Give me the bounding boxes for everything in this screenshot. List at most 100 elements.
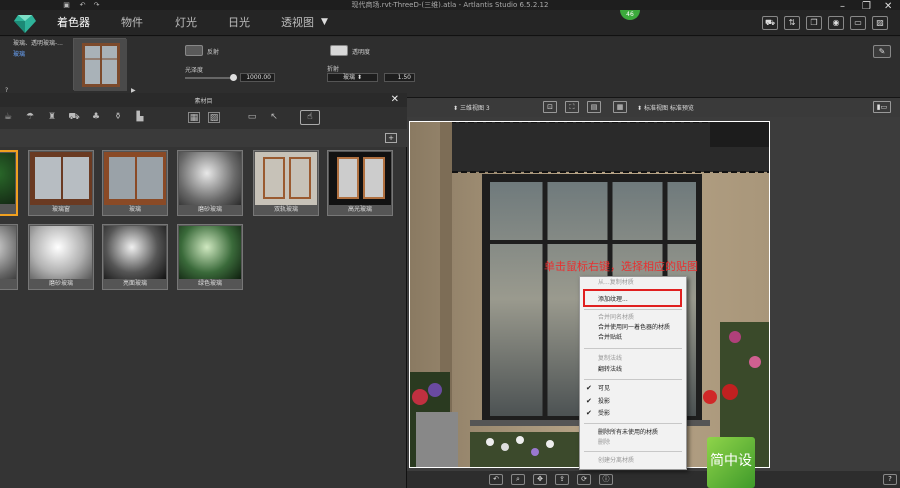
menu-perspectives[interactable]: 透视图 bbox=[281, 16, 314, 30]
menu-item-copy-material-from[interactable]: 从...复制材质 bbox=[598, 279, 634, 287]
check-icon: ✔ bbox=[586, 409, 592, 417]
viewport-bottom-bar: ↶ ⌕ ✥ ⇪ ⟳ ⓘ ? bbox=[407, 471, 900, 488]
rotate-icon[interactable]: ⟳ bbox=[577, 474, 591, 485]
material-tile[interactable]: 磨砂玻璃 bbox=[28, 224, 94, 290]
split-view-icon[interactable]: ▤ bbox=[587, 101, 601, 113]
menu-shaders[interactable]: 着色器 bbox=[57, 16, 90, 30]
material-category[interactable]: 玻璃 bbox=[13, 49, 25, 58]
material-tile[interactable]: 磨砂玻璃 bbox=[177, 150, 243, 216]
car-icon[interactable]: ⛟ bbox=[68, 112, 80, 123]
library-header: 素材目 ✕ bbox=[0, 93, 407, 107]
glossiness-slider-handle[interactable] bbox=[230, 74, 237, 81]
library-subbar: + bbox=[0, 129, 407, 147]
help-corner-icon[interactable]: ? bbox=[883, 474, 897, 485]
glossiness-label: 光泽度 bbox=[185, 67, 204, 74]
menu-objects[interactable]: 物件 bbox=[121, 16, 143, 30]
pan-icon[interactable]: ✥ bbox=[533, 474, 547, 485]
cart-icon[interactable]: ⛟ bbox=[762, 16, 778, 30]
menu-separator bbox=[584, 309, 682, 310]
menu-separator bbox=[584, 348, 682, 349]
material-tile[interactable]: 亮面玻璃 bbox=[102, 224, 168, 290]
viewport-toolbar: ⬍ 三维视图 3 ⊡ ⛶ ▤ ▦ ⬍ 标准视图 标准预览 ▮▭ bbox=[407, 98, 900, 117]
building-icon[interactable]: ▙ bbox=[134, 112, 146, 123]
view-options-selector[interactable]: ⬍ 标准视图 标准预览 bbox=[637, 103, 694, 112]
chevron-down-icon[interactable]: ▼ bbox=[321, 17, 328, 27]
window-title: 现代商场.rvt-ThreeD-(三维).atla - Artlantis St… bbox=[351, 1, 549, 9]
glossiness-slider-track[interactable] bbox=[185, 77, 235, 79]
artlantis-logo-icon bbox=[14, 15, 36, 33]
menu-item-copy-normals[interactable]: 复制法线 bbox=[598, 355, 622, 363]
menu-separator bbox=[584, 451, 682, 452]
toolbar-right: ⛟ ⇅ ❐ ◉ ▭ ▨ bbox=[762, 16, 892, 32]
restore-icon[interactable]: ❐ bbox=[862, 1, 871, 12]
crop-icon[interactable]: ▭ bbox=[850, 16, 866, 30]
menu-separator bbox=[584, 379, 682, 380]
refraction-value-field[interactable]: 1.50 bbox=[384, 73, 415, 82]
windows-icon[interactable]: ❐ bbox=[806, 16, 822, 30]
camera-icon[interactable]: ◉ bbox=[828, 16, 844, 30]
panel-toggle-icon[interactable]: ▮▭ bbox=[873, 101, 891, 113]
hand-icon[interactable]: ☝ bbox=[300, 110, 320, 125]
menu-item-receive-shadow[interactable]: 受影 bbox=[598, 410, 610, 418]
swap-icon[interactable]: ⇅ bbox=[784, 16, 800, 30]
library-category-toolbar: ☕ ☂ ♜ ⛟ ♣ ⚱ ▙ ▦ ▨ ▭ ↖ ☝ bbox=[0, 107, 407, 129]
grid-icon[interactable]: ▦ bbox=[613, 101, 627, 113]
material-tile[interactable]: 绿色玻璃 bbox=[177, 224, 243, 290]
menu-item-merge-same-shader[interactable]: 合并使用同一着色器的材质 bbox=[598, 324, 670, 332]
reflection-color-swatch[interactable] bbox=[185, 45, 203, 56]
close-icon[interactable]: ✕ bbox=[391, 94, 399, 105]
transparency-label: 透明度 bbox=[352, 49, 371, 56]
minimize-icon[interactable]: – bbox=[840, 1, 845, 12]
folder-icon[interactable]: ▭ bbox=[246, 112, 258, 123]
material-thumbnail[interactable] bbox=[73, 38, 127, 91]
close-icon[interactable]: ✕ bbox=[884, 1, 892, 12]
reflection-label: 反射 bbox=[207, 49, 220, 56]
menu-heliodons[interactable]: 日光 bbox=[228, 16, 250, 30]
menu-bar: 着色器 物件 灯光 日光 透视图 ▼ 46 ⛟ ⇅ ❐ ◉ ▭ ▨ – ❐ ✕ bbox=[0, 1, 900, 36]
check-icon: ✔ bbox=[586, 384, 592, 392]
chair-icon[interactable]: ♜ bbox=[46, 112, 58, 123]
image-icon[interactable]: ▨ bbox=[872, 16, 888, 30]
wrench-icon[interactable]: ✎ bbox=[873, 45, 891, 58]
transparency-color-swatch[interactable] bbox=[330, 45, 348, 56]
material-tile[interactable]: 玻璃窗 bbox=[28, 150, 94, 216]
menu-item-merge-same-name[interactable]: 合并同名材质 bbox=[598, 314, 634, 322]
menu-item-delete-unused[interactable]: 删除所有未使用的材质 bbox=[598, 429, 658, 437]
menu-item-visible[interactable]: 可见 bbox=[598, 385, 610, 393]
info-icon[interactable]: ⓘ bbox=[599, 474, 613, 485]
tutorial-annotation: 单击鼠标右键，选择相应的贴图 bbox=[544, 260, 698, 273]
menu-separator bbox=[584, 423, 682, 424]
fullscreen-icon[interactable]: ⛶ bbox=[565, 101, 579, 113]
cursor-icon[interactable]: ↖ bbox=[268, 112, 280, 123]
lamp-icon[interactable]: ☂ bbox=[24, 112, 36, 123]
navigate-icon[interactable]: ↶ bbox=[489, 474, 503, 485]
zoom-icon[interactable]: ⌕ bbox=[511, 474, 525, 485]
walk-icon[interactable]: ⇪ bbox=[555, 474, 569, 485]
zoom-fit-icon[interactable]: ⊡ bbox=[543, 101, 557, 113]
bottle-icon[interactable]: ⚱ bbox=[112, 112, 124, 123]
library-title: 素材目 bbox=[194, 98, 213, 105]
view-selector[interactable]: ⬍ 三维视图 3 bbox=[453, 103, 490, 112]
menu-item-delete[interactable]: 删除 bbox=[598, 439, 610, 447]
material-tile[interactable]: 双轨玻璃 bbox=[253, 150, 319, 216]
picture-icon[interactable]: ▨ bbox=[208, 112, 220, 123]
texture-icon[interactable]: ▦ bbox=[188, 112, 200, 123]
cup-icon[interactable]: ☕ bbox=[2, 112, 14, 123]
title-bar: ▣ ↶ ↷ 现代商场.rvt-ThreeD-(三维).atla - Artlan… bbox=[0, 0, 900, 10]
new-folder-icon[interactable]: + bbox=[385, 133, 397, 143]
plant-icon[interactable]: ♣ bbox=[90, 112, 102, 123]
material-tile[interactable]: 玻璃 bbox=[102, 150, 168, 216]
material-tile[interactable] bbox=[0, 150, 18, 216]
glossiness-value-field[interactable]: 1000.00 bbox=[240, 73, 275, 82]
menu-item-cast-shadow[interactable]: 投影 bbox=[598, 398, 610, 406]
material-tile[interactable] bbox=[0, 224, 18, 290]
menu-item-merge-stickers[interactable]: 合并贴纸 bbox=[598, 334, 622, 342]
refraction-label: 折射 bbox=[327, 66, 340, 73]
menu-item-create-separate[interactable]: 创建分离材质 bbox=[598, 457, 634, 465]
notification-badge[interactable]: 46 bbox=[620, 10, 640, 20]
refraction-type-select[interactable]: 玻璃 ⬍ bbox=[327, 73, 378, 82]
material-name: 玻璃、透明玻璃-... bbox=[13, 40, 63, 47]
menu-item-flip-normals[interactable]: 翻转法线 bbox=[598, 366, 622, 374]
menu-lights[interactable]: 灯光 bbox=[175, 16, 197, 30]
material-tile[interactable]: 高光玻璃 bbox=[327, 150, 393, 216]
